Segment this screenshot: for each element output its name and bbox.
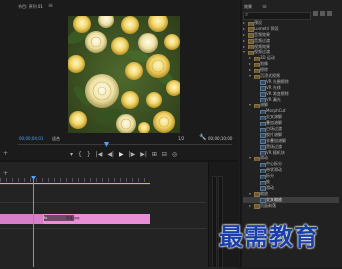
step-forward-icon[interactable]: |▶ [129,151,136,158]
step-back-icon[interactable]: ◀| [107,151,114,158]
video-frame-roses [68,16,180,133]
effects-tree-item-label: 页面剥落 [260,202,276,208]
32bit-effects-icon[interactable] [320,11,325,16]
hamburger-icon[interactable]: ≡ [48,3,53,9]
add-marker-icon[interactable]: + [3,150,8,157]
timeline-playhead-line[interactable] [33,176,34,267]
panel-menu-icon[interactable]: ≡ [262,3,267,10]
chevron-right-icon[interactable]: ▸ [249,203,253,209]
clip-name: 花朵.jpg [66,216,80,220]
marker-icon[interactable]: ▾ [70,151,73,158]
audio-meter-left [212,176,217,268]
extract-icon[interactable]: ⊟ [162,151,167,158]
timeline-ruler-ticks [0,178,150,182]
program-monitor-tab[interactable]: 节目: 序列 01 [18,4,43,9]
clip-segment[interactable] [0,214,43,224]
search-icon: ⌕ [245,11,249,18]
playback-resolution-select[interactable]: 1/2 [178,136,184,141]
export-frame-icon[interactable]: ◎ [172,151,177,158]
zoom-fit-select[interactable]: 适合 [52,136,60,141]
go-to-out-icon[interactable]: ▶| [140,151,147,158]
go-to-in-icon[interactable]: |◀ [96,151,103,158]
accelerated-effects-icon[interactable] [313,11,318,16]
effects-search-input[interactable] [243,12,311,20]
track-divider [0,202,206,203]
mark-out-icon[interactable]: } [87,151,91,158]
effects-filter-buttons [313,11,332,16]
yuv-effects-icon[interactable] [327,11,332,16]
watermark: 最需教育 [219,222,319,251]
play-icon[interactable]: ▶ [119,151,124,158]
duration-timecode: 00;00;10;00 [208,136,233,141]
mark-in-icon[interactable]: { [78,151,82,158]
effects-tree-item[interactable]: ▸ 页面剥落 [243,203,339,209]
roses-image [68,16,180,133]
wrench-icon[interactable]: 🔧 [199,134,206,141]
monitor-time-ruler[interactable] [18,144,232,149]
current-timecode[interactable]: 00;00;04;01 [19,136,43,141]
effects-tree: ▸ 预设 ▸ Lumetri 预设 ▸ 音频效果 ▸ 音频过渡 ▸ 视频效果 ▾ 视频过渡 ▸ 3D 运动… [243,20,339,209]
transport-controls: ▾ { } |◀ ◀| ▶ |▶ ▶| ⊞ ⊟ ◎ [70,151,177,158]
track-divider [0,228,206,229]
lift-icon[interactable]: ⊞ [152,151,157,158]
work-area-bar[interactable] [0,183,150,185]
effects-panel-title[interactable]: 效果 [244,4,252,9]
